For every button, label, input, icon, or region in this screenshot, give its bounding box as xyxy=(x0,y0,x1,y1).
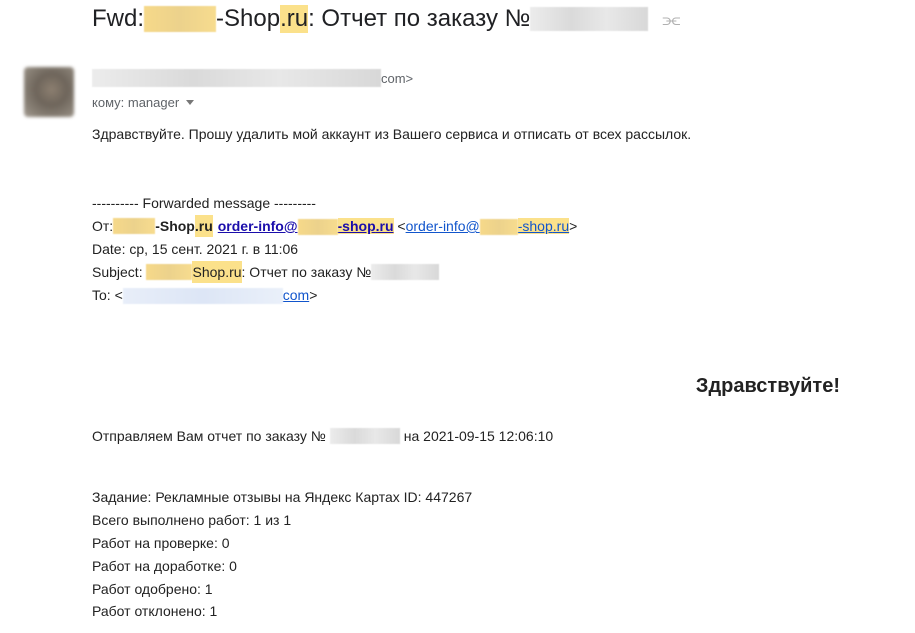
sender-line: com> xyxy=(92,68,413,88)
from-email-link[interactable]: order-info@ -shop.ru xyxy=(218,215,394,237)
from-angle-link-prefix: order-info@ xyxy=(405,218,480,234)
redacted-forwarded-order-number xyxy=(371,264,440,280)
subject-prefix: Fwd: xyxy=(92,5,145,32)
redacted-sender-email xyxy=(92,69,381,87)
from-angle-email-link[interactable]: order-info@ -shop.ru xyxy=(406,215,570,237)
report-on-rework: Работ на доработке: 0 xyxy=(92,558,237,574)
forwarded-to-line: To: < com > xyxy=(92,284,317,306)
forwarded-to-email-link[interactable]: com xyxy=(122,284,310,306)
redacted-forwarded-to-email xyxy=(122,288,283,305)
forwarded-subject-line: Subject: Shop .ru : Отчет по заказу № xyxy=(92,261,440,283)
email-subject: Fwd: -Shop .ru : Отчет по заказу № ⫘ xyxy=(92,4,680,34)
forwarded-subject-rest: : Отчет по заказу № xyxy=(241,264,372,280)
forwarded-to-close: > xyxy=(309,287,318,303)
important-marker-icon[interactable]: ⫘ xyxy=(662,10,680,30)
forwarded-from-line: От: -Shop .ru order-info@ -shop.ru < orde… xyxy=(92,215,577,237)
sender-email-suffix: com> xyxy=(381,70,414,86)
report-order-line: Отправляем Вам отчет по заказу № на 2021… xyxy=(92,425,553,447)
forwarded-to-label: To: < xyxy=(92,287,123,303)
forwarded-header: ---------- Forwarded message --------- xyxy=(92,195,316,211)
from-link-shop: -shop xyxy=(337,218,376,234)
forwarded-subject-tld: .ru xyxy=(225,261,242,283)
from-angle-link-tld: .ru xyxy=(552,218,570,234)
avatar[interactable] xyxy=(24,67,74,117)
chevron-down-icon[interactable] xyxy=(186,99,195,105)
report-greeting: Здравствуйте! xyxy=(695,375,840,397)
redacted-from-link-shop xyxy=(297,219,338,236)
from-angle-close: > xyxy=(569,218,578,234)
recipient-line[interactable]: кому: manager xyxy=(92,93,195,111)
redacted-from-angle-shop xyxy=(479,219,518,236)
redacted-order-number xyxy=(530,7,649,31)
intro-message: Здравствуйте. Прошу удалить мой аккаунт … xyxy=(92,126,692,142)
forwarded-subject-shop: Shop xyxy=(192,261,226,283)
redacted-report-order-number xyxy=(329,428,400,444)
redacted-from-shop xyxy=(113,218,156,234)
from-shop-tld: .ru xyxy=(194,215,213,237)
subject-shop-tld: .ru xyxy=(280,5,309,33)
from-angle-open: < xyxy=(393,218,406,234)
recipient-label: кому: manager xyxy=(92,94,180,110)
forwarded-to-suffix: com xyxy=(282,287,310,303)
report-approved: Работ одобрено: 1 xyxy=(92,581,213,597)
report-total: Всего выполнено работ: 1 из 1 xyxy=(92,512,292,528)
report-task: Задание: Рекламные отзывы на Яндекс Карт… xyxy=(92,489,473,505)
report-line-prefix: Отправляем Вам отчет по заказу № xyxy=(92,428,326,444)
forwarded-date: Date: ср, 15 сент. 2021 г. в 11:06 xyxy=(92,241,299,257)
subject-rest: : Отчет по заказу № xyxy=(308,5,531,32)
report-line-suffix: на 2021-09-15 12:06:10 xyxy=(403,428,554,444)
redacted-forwarded-subject-shop xyxy=(146,264,193,280)
from-link-prefix: order-info@ xyxy=(217,218,298,234)
report-on-review: Работ на проверке: 0 xyxy=(92,535,230,551)
redacted-shop-name xyxy=(144,6,217,32)
from-shop-suffix: -Shop xyxy=(155,218,195,234)
report-rejected: Работ отклонено: 1 xyxy=(92,603,218,619)
subject-shop-suffix: -Shop xyxy=(216,5,281,32)
from-label: От: xyxy=(92,218,114,234)
forwarded-subject-label: Subject: xyxy=(92,264,147,280)
from-link-tld: .ru xyxy=(375,218,394,234)
from-angle-link-shop: -shop xyxy=(517,218,553,234)
